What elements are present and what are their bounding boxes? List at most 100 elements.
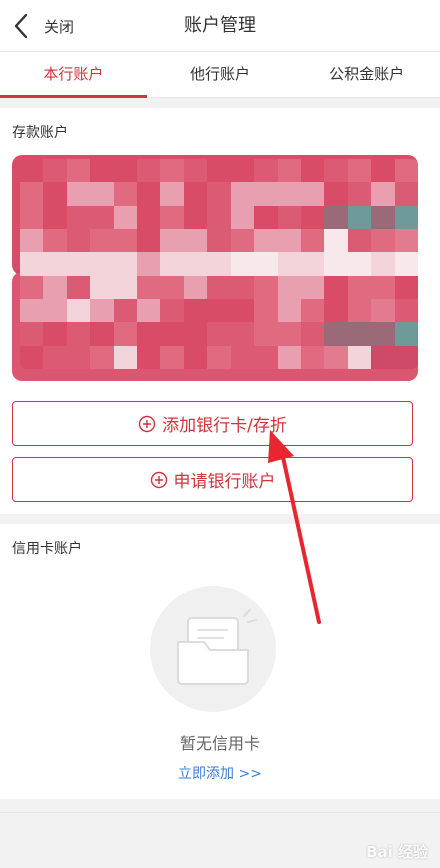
mosaic-cell <box>20 299 44 323</box>
mosaic-cell <box>43 299 67 323</box>
mosaic-cell <box>230 205 255 229</box>
mosaic-cell <box>394 275 418 299</box>
add-bank-card-button[interactable]: 添加银行卡/存折 <box>12 401 413 446</box>
mosaic-cell <box>137 229 161 253</box>
mosaic-cell <box>371 345 395 369</box>
mosaic-cell <box>394 205 418 229</box>
mosaic-cell <box>230 182 255 206</box>
mosaic-cell <box>324 275 348 299</box>
mosaic-cell <box>371 205 395 229</box>
mosaic-cell <box>371 299 395 323</box>
mosaic-cell <box>324 252 348 276</box>
mosaic-cell <box>160 252 184 276</box>
mosaic-cell <box>254 345 278 369</box>
mosaic-cell <box>137 275 161 299</box>
mosaic-cell <box>66 345 91 369</box>
mosaic-cell <box>160 322 184 346</box>
mosaic-cell <box>277 322 301 346</box>
mosaic-cell <box>207 205 231 229</box>
plus-circle-icon <box>150 471 168 489</box>
mosaic-cell <box>230 345 255 369</box>
tab-provident-fund-accounts[interactable]: 公积金账户 <box>293 52 440 97</box>
mosaic-cell <box>254 205 278 229</box>
mosaic-cell <box>43 182 67 206</box>
deposit-card-list[interactable] <box>12 155 418 381</box>
add-credit-card-link[interactable]: 立即添加 >> <box>0 763 440 783</box>
mosaic-cell <box>300 275 325 299</box>
mosaic-cell <box>160 159 184 183</box>
mosaic-cell <box>66 159 91 183</box>
mosaic-cell <box>324 159 348 183</box>
mosaic-cell <box>300 322 325 346</box>
divider <box>0 812 440 813</box>
mosaic-cell <box>66 275 91 299</box>
mosaic-cell <box>347 252 372 276</box>
mosaic-cell <box>371 182 395 206</box>
mosaic-cell <box>324 205 348 229</box>
mosaic-cell <box>207 159 231 183</box>
mosaic-cell <box>277 205 301 229</box>
mosaic-cell <box>394 345 418 369</box>
mosaic-cell <box>113 182 138 206</box>
mosaic-cell <box>90 345 114 369</box>
mosaic-cell <box>137 322 161 346</box>
add-bank-card-label: 添加银行卡/存折 <box>162 416 287 436</box>
tab-other-bank-accounts[interactable]: 他行账户 <box>147 52 294 97</box>
deposit-section-title: 存款账户 <box>12 125 68 141</box>
mosaic-cell <box>207 275 231 299</box>
mosaic-cell <box>371 275 395 299</box>
mosaic-cell <box>394 182 418 206</box>
mosaic-cell <box>347 159 372 183</box>
mosaic-cell <box>207 322 231 346</box>
mosaic-cell <box>183 205 208 229</box>
mosaic-cell <box>324 345 348 369</box>
navbar: 关闭 账户管理 <box>0 0 440 52</box>
mosaic-cell <box>137 299 161 323</box>
mosaic-cell <box>254 159 278 183</box>
tab-own-bank-accounts[interactable]: 本行账户 <box>0 52 147 98</box>
mosaic-cell <box>347 205 372 229</box>
mosaic-cell <box>113 275 138 299</box>
mosaic-cell <box>43 252 67 276</box>
mosaic-cell <box>230 229 255 253</box>
mosaic-cell <box>277 345 301 369</box>
mosaic-cell <box>183 182 208 206</box>
mosaic-cell <box>300 229 325 253</box>
mosaic-cell <box>207 252 231 276</box>
mosaic-cell <box>230 252 255 276</box>
mosaic-cell <box>324 229 348 253</box>
close-label: 关闭 <box>44 17 75 36</box>
mosaic-cell <box>371 159 395 183</box>
mosaic-cell <box>183 299 208 323</box>
watermark-logo: Bai 经验 <box>366 843 428 861</box>
mosaic-cell <box>137 205 161 229</box>
mosaic-cell <box>347 345 372 369</box>
mosaic-cell <box>90 252 114 276</box>
mosaic-cell <box>20 275 44 299</box>
mosaic-cell <box>230 322 255 346</box>
mosaic-cell <box>113 322 138 346</box>
mosaic-cell <box>277 275 301 299</box>
mosaic-cell <box>160 299 184 323</box>
mosaic-cell <box>254 182 278 206</box>
chevron-left-icon <box>6 6 36 46</box>
mosaic-cell <box>183 252 208 276</box>
mosaic-cell <box>66 229 91 253</box>
mosaic-cell <box>183 159 208 183</box>
apply-bank-account-button[interactable]: 申请银行账户 <box>12 457 413 502</box>
close-button[interactable]: 关闭 <box>6 6 96 46</box>
mosaic-cell <box>66 182 91 206</box>
mosaic-cell <box>230 159 255 183</box>
mosaic-cell <box>43 205 67 229</box>
mosaic-cell <box>300 182 325 206</box>
mosaic-cell <box>347 182 372 206</box>
mosaic-cell <box>43 322 67 346</box>
mosaic-cell <box>394 322 418 346</box>
mosaic-cell <box>347 299 372 323</box>
mosaic-cell <box>277 299 301 323</box>
mosaic-cell <box>254 229 278 253</box>
mosaic-cell <box>43 275 67 299</box>
mosaic-cell <box>90 229 114 253</box>
mosaic-cell <box>324 182 348 206</box>
mosaic-cell <box>160 205 184 229</box>
